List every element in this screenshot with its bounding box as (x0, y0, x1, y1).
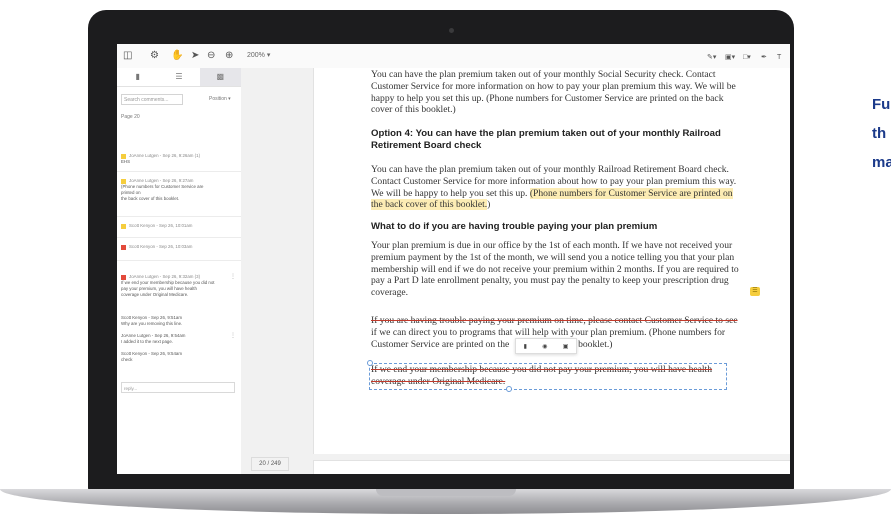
page-icon: ▮ (135, 72, 140, 81)
reply-body: check (121, 357, 133, 362)
toolbar: ◫ ⚙ ✋ ➤ ⊖ ⊕ 200% ▾ ✎▾ ▣▾ □▾ ✒ T (117, 44, 790, 69)
tab-outline[interactable]: ☰ (158, 68, 199, 86)
selection-box[interactable] (369, 363, 727, 390)
comment-item[interactable]: JoAnne Lutgen - Sep 26, 9:27am (Phone nu… (121, 178, 237, 202)
annotation-popup-toolbar: ▮ ◉ ▣ (515, 338, 577, 354)
highlight-icon (121, 178, 126, 184)
doc-paragraph: You can have the plan premium taken out … (371, 164, 737, 211)
highlight-icon (121, 223, 126, 229)
comment-tool-icon[interactable]: □▾ (743, 52, 751, 64)
side-caption: Fu th ma (872, 96, 891, 171)
page-counter[interactable]: 20 / 249 (251, 457, 289, 471)
zoom-value: 200% (247, 52, 265, 59)
panel-icon[interactable]: ◫ (123, 50, 132, 62)
struck-text[interactable]: If you are having trouble paying your pr… (371, 315, 755, 327)
comment-item[interactable]: JoAnne Lutgen - Sep 26, 9:26am (1) EHS (121, 153, 237, 165)
comment-header: Scott Kenyon - Sep 26, 10:01am (129, 223, 193, 228)
zoom-level[interactable]: 200% ▾ (247, 51, 270, 59)
tab-comments[interactable]: ▩ (199, 68, 241, 86)
zoom-in-icon[interactable]: ⊕ (225, 50, 233, 62)
pointer-icon[interactable]: ➤ (191, 50, 199, 62)
doc-paragraph: Your plan premium is due in our office b… (371, 240, 739, 299)
comment-thread[interactable]: JoAnne Lutgen - Sep 26, 9:32am (3) If we… (121, 274, 237, 298)
laptop-notch (376, 489, 516, 496)
comment-header: JoAnne Lutgen - Sep 26, 9:26am (1) (129, 153, 201, 158)
comment-icon[interactable]: ▮ (524, 343, 527, 350)
reply-body: I added it to the next page. (121, 339, 173, 344)
signature-icon[interactable]: ✒ (761, 52, 767, 64)
comment-body: the back cover of this booklet. (121, 196, 180, 201)
comment-item[interactable]: Scott Kenyon - Sep 26, 10:03am (121, 244, 237, 250)
reply-item: Scott Kenyon - Sep 26, 9:51am Why are yo… (121, 315, 237, 327)
comment-note-icon[interactable]: ☰ (750, 287, 760, 296)
app-screen: ◫ ⚙ ✋ ➤ ⊖ ⊕ 200% ▾ ✎▾ ▣▾ □▾ ✒ T ▮ ☰ ▩ Se… (117, 44, 790, 474)
doc-paragraph: You can have the plan premium taken out … (371, 69, 736, 116)
tab-pages[interactable]: ▮ (117, 68, 158, 86)
gear-icon[interactable]: ⚙ (150, 50, 159, 62)
sidebar-tabs: ▮ ☰ ▩ (117, 68, 241, 87)
reply-item: Scott Kenyon - Sep 26, 9:54am check (121, 351, 237, 363)
reply-item: JoAnne Lutgen - Sep 26, 9:54am I added i… (121, 333, 237, 345)
doc-heading: What to do if you are having trouble pay… (371, 221, 658, 232)
doc-heading: Option 4: You can have the plan premium … (371, 128, 721, 151)
hand-icon[interactable]: ✋ (171, 50, 183, 62)
style-icon[interactable]: ◉ (542, 343, 547, 350)
highlighted-text[interactable]: (Phone numbers for Customer Service are … (529, 187, 733, 199)
comment-body: EHS (121, 159, 131, 164)
comment-body: coverage under Original Medicare. (121, 292, 189, 297)
zoom-out-icon[interactable]: ⊖ (207, 50, 215, 62)
pen-tool-icon[interactable]: ✎▾ (707, 52, 716, 64)
next-page (313, 460, 790, 474)
more-options-icon[interactable]: ⋮ (230, 332, 236, 339)
reply-input[interactable]: reply... (121, 382, 235, 393)
comment-header: Scott Kenyon - Sep 26, 10:03am (129, 244, 193, 249)
camera-icon (449, 28, 454, 33)
comments-icon: ▩ (216, 72, 225, 81)
more-options-icon[interactable]: ⋮ (230, 273, 236, 280)
reply-body: Why are you removing this line. (121, 321, 183, 326)
delete-icon[interactable]: ▣ (563, 343, 569, 350)
comments-sidebar: ▮ ☰ ▩ Search comments... Position ▾ Page… (117, 68, 242, 474)
highlighted-text[interactable]: the back cover of this booklet. (371, 199, 488, 211)
text-tool-icon[interactable]: T (777, 52, 781, 64)
search-comments-input[interactable]: Search comments... (121, 94, 183, 105)
position-dropdown[interactable]: Position ▾ (209, 96, 231, 102)
page-group-label: Page 20 (121, 114, 140, 120)
shape-tool-icon[interactable]: ▣▾ (725, 52, 735, 64)
highlight-icon (121, 153, 126, 159)
comment-item[interactable]: Scott Kenyon - Sep 26, 10:01am (121, 223, 237, 229)
selection-handle[interactable] (506, 386, 512, 392)
outline-icon: ☰ (175, 72, 183, 81)
strikeout-icon (121, 274, 126, 280)
position-label: Position (209, 96, 227, 102)
selection-handle[interactable] (367, 360, 373, 366)
pin-icon (121, 244, 126, 250)
